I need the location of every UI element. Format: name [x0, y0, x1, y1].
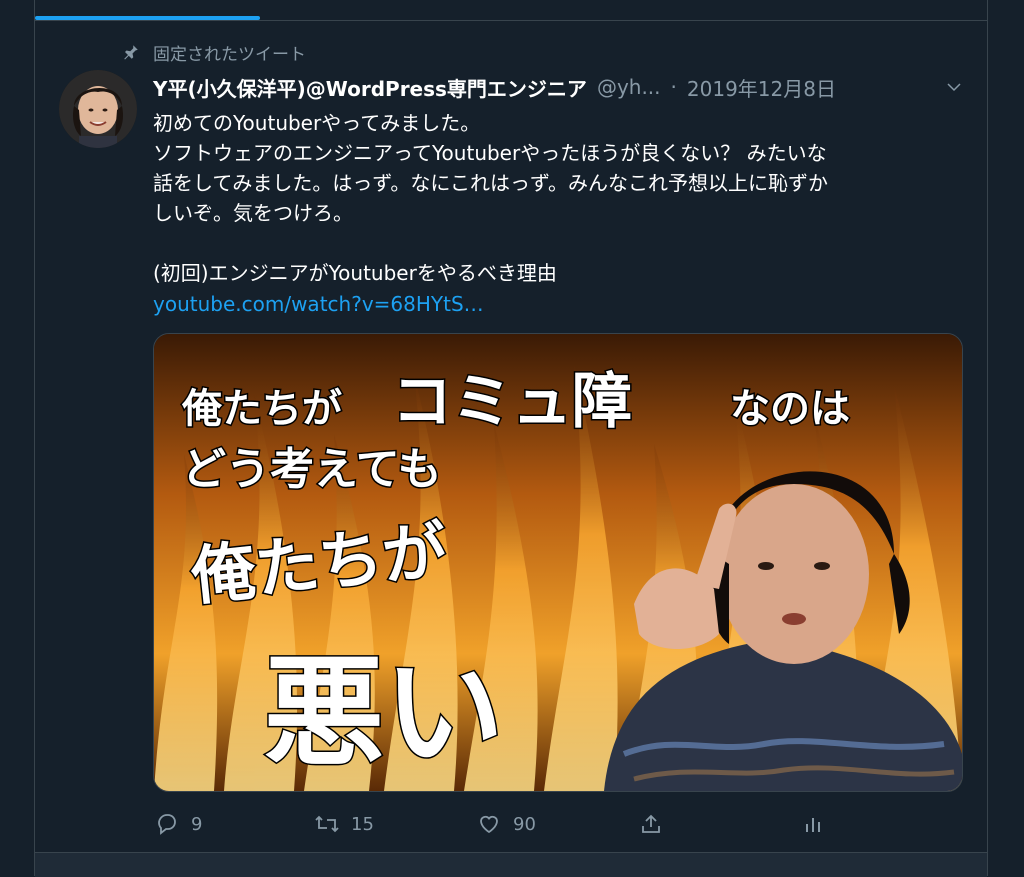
tweet-header: Y平(小久保洋平)@WordPress専門エンジニア @yh... · 2019…: [153, 70, 967, 104]
analytics-button[interactable]: [799, 810, 827, 838]
tweet-link[interactable]: youtube.com/watch?v=68HYtS…: [153, 289, 484, 319]
share-icon: [637, 810, 665, 838]
retweet-button[interactable]: 15: [313, 810, 374, 838]
tweet-text: 初めてのYoutuberやってみました。 ソフトウェアのエンジニアってYoutu…: [153, 111, 828, 285]
media-text-line2: どう考えても: [182, 444, 442, 495]
media-text-line1-c: なのは: [730, 386, 850, 432]
tweet-date[interactable]: 2019年12月8日: [687, 73, 836, 102]
next-tweet-divider: [35, 852, 987, 877]
chevron-down-icon[interactable]: [941, 74, 967, 100]
share-button[interactable]: [637, 810, 665, 838]
media-text-line1-a: 俺たちが: [181, 386, 342, 432]
reply-icon: [153, 810, 181, 838]
display-name[interactable]: Y平(小久保洋平)@WordPress専門エンジニア: [153, 73, 587, 102]
analytics-icon: [799, 810, 827, 838]
pinned-tweet-label-row: 固定されたツイート: [121, 40, 306, 65]
divider: [35, 20, 987, 21]
separator-dot: ·: [670, 75, 677, 99]
avatar[interactable]: [59, 70, 137, 148]
handle[interactable]: @yh...: [597, 75, 661, 99]
retweet-count: 15: [351, 813, 374, 835]
tweet-media-image[interactable]: 俺たちが コミュ障 なのは どう考えても 俺たちが 悪い: [153, 333, 963, 792]
reply-count: 9: [191, 813, 203, 835]
timeline-column: 固定されたツイート Y平(小久保洋平)@WordPress専門エンジニア @yh…: [34, 0, 988, 877]
pinned-label: 固定されたツイート: [153, 44, 306, 65]
media-text-line4: 悪い: [264, 644, 504, 783]
tweet-actions: 9 15 90: [153, 804, 973, 844]
heart-icon: [475, 810, 503, 838]
reply-button[interactable]: 9: [153, 810, 202, 838]
media-text-line1-b: コミュ障: [392, 367, 632, 437]
retweet-icon: [313, 810, 341, 838]
pin-icon: [121, 42, 141, 62]
like-button[interactable]: 90: [475, 810, 536, 838]
like-count: 90: [513, 813, 536, 835]
